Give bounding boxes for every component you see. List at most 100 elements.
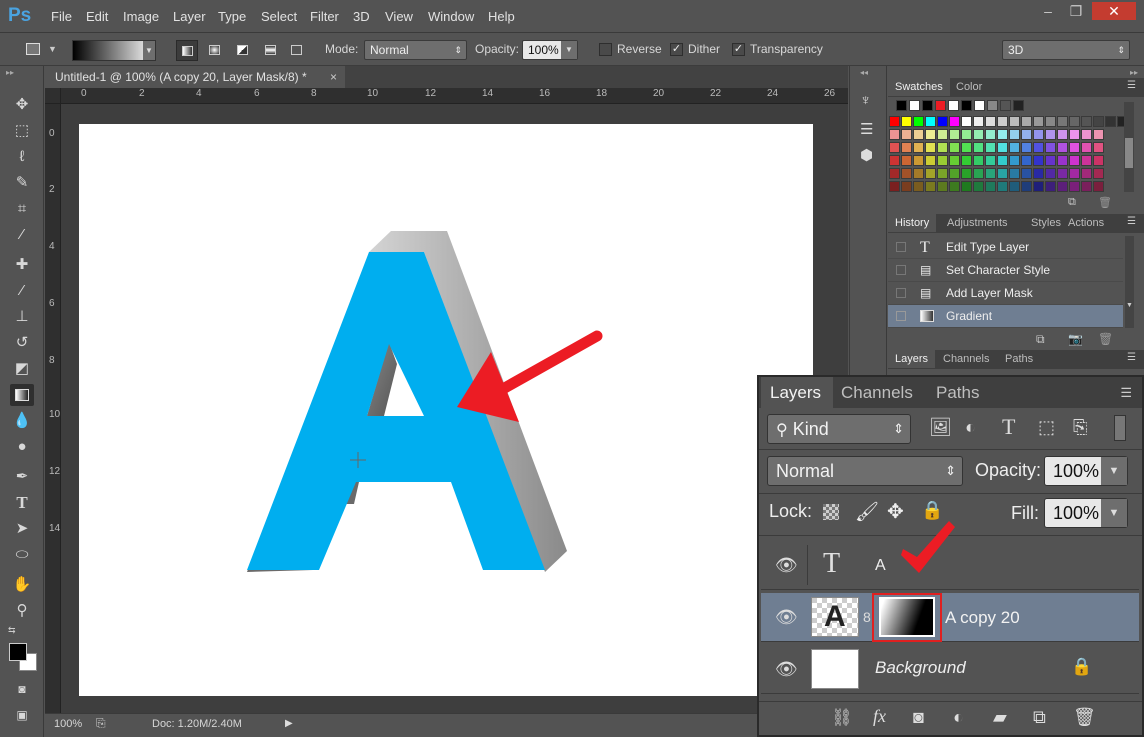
swatch[interactable] xyxy=(961,129,972,140)
collapse-panels-icon[interactable]: ▸▸ xyxy=(1130,68,1138,77)
brush-tool-icon[interactable]: ⁄ xyxy=(10,280,34,302)
quick-mask-icon[interactable]: ◙ xyxy=(10,678,34,700)
tab-color[interactable]: Color xyxy=(949,78,989,96)
swatch[interactable] xyxy=(896,100,907,111)
new-layer-icon[interactable]: ⧉ xyxy=(1033,707,1046,728)
swatch[interactable] xyxy=(1057,155,1068,166)
clone-stamp-tool-icon[interactable]: ⊥ xyxy=(10,306,34,328)
swatch[interactable] xyxy=(901,155,912,166)
layer-fill-input[interactable]: 100% ▼ xyxy=(1044,498,1128,528)
swatch[interactable] xyxy=(1033,116,1044,127)
export-icon[interactable]: ⎘ xyxy=(96,716,106,731)
swatches-scrollbar[interactable] xyxy=(1124,102,1134,192)
swatch[interactable] xyxy=(973,168,984,179)
menu-type[interactable]: Type xyxy=(218,9,246,24)
swatch[interactable] xyxy=(1045,155,1056,166)
swatch[interactable] xyxy=(973,129,984,140)
swatch[interactable] xyxy=(1021,129,1032,140)
swatch[interactable] xyxy=(961,142,972,153)
swatch[interactable] xyxy=(901,168,912,179)
layer-name[interactable]: A xyxy=(875,557,886,575)
hand-tool-icon[interactable]: ✋ xyxy=(10,574,34,596)
swatch[interactable] xyxy=(1105,116,1116,127)
swatch[interactable] xyxy=(997,168,1008,179)
lasso-tool-icon[interactable]: ℓ xyxy=(10,146,34,168)
layer-name[interactable]: Background xyxy=(875,658,966,678)
swatch[interactable] xyxy=(1021,155,1032,166)
tab-swatches[interactable]: Swatches xyxy=(888,78,950,96)
zoom-level[interactable]: 100% xyxy=(54,718,82,730)
swatch[interactable] xyxy=(925,129,936,140)
eye-icon[interactable]: 👁 xyxy=(775,555,798,575)
menu-help[interactable]: Help xyxy=(488,9,515,24)
swatch[interactable] xyxy=(889,142,900,153)
trash-icon[interactable]: 🗑 xyxy=(1098,196,1112,209)
swatch[interactable] xyxy=(1081,142,1092,153)
ruler-origin[interactable] xyxy=(45,88,61,104)
tab-channels[interactable]: Channels xyxy=(936,350,996,368)
swatch[interactable] xyxy=(997,116,1008,127)
swatch[interactable] xyxy=(1093,181,1104,192)
fx-icon[interactable]: fx xyxy=(873,706,886,727)
swatch[interactable] xyxy=(949,181,960,192)
swatch[interactable] xyxy=(1081,129,1092,140)
swatch[interactable] xyxy=(985,168,996,179)
swatch[interactable] xyxy=(1033,142,1044,153)
tool-preset-picker[interactable]: ▼ xyxy=(26,41,68,59)
swatch[interactable] xyxy=(889,181,900,192)
swatch[interactable] xyxy=(1021,181,1032,192)
eye-icon[interactable]: 👁 xyxy=(775,659,798,679)
menu-image[interactable]: Image xyxy=(123,9,159,24)
swatch[interactable] xyxy=(925,168,936,179)
menu-view[interactable]: View xyxy=(385,9,413,24)
swatch[interactable] xyxy=(1009,129,1020,140)
collapse-icon[interactable]: ◂◂ xyxy=(860,68,868,77)
swatch[interactable] xyxy=(1000,100,1011,111)
trash-icon[interactable]: 🗑 xyxy=(1073,707,1096,728)
menu-edit[interactable]: Edit xyxy=(86,9,108,24)
swatch[interactable] xyxy=(922,100,933,111)
swatch[interactable] xyxy=(889,116,900,127)
swatch[interactable] xyxy=(1081,155,1092,166)
swatch[interactable] xyxy=(889,129,900,140)
lock-all-icon[interactable]: 🔒 xyxy=(921,500,943,521)
swatch[interactable] xyxy=(901,116,912,127)
filter-pixel-icon[interactable]: 🖼 xyxy=(929,417,952,438)
filter-smart-object-icon[interactable]: ⎘ xyxy=(1073,417,1087,438)
marquee-tool-icon[interactable]: ⬚ xyxy=(10,120,34,142)
scroll-down-icon[interactable]: ▼ xyxy=(1126,302,1133,309)
swatch[interactable] xyxy=(1045,142,1056,153)
swatch[interactable] xyxy=(949,116,960,127)
swatch[interactable] xyxy=(985,116,996,127)
swatch[interactable] xyxy=(913,181,924,192)
swatch[interactable] xyxy=(913,129,924,140)
swatch[interactable] xyxy=(937,142,948,153)
swatch[interactable] xyxy=(1013,100,1024,111)
swatch[interactable] xyxy=(997,181,1008,192)
swatch[interactable] xyxy=(1033,129,1044,140)
swatch[interactable] xyxy=(1093,129,1104,140)
menu-3d[interactable]: 3D xyxy=(353,9,370,24)
swatch[interactable] xyxy=(1033,168,1044,179)
swatch[interactable] xyxy=(1033,181,1044,192)
lock-paint-brush-icon[interactable]: 🖌 xyxy=(855,500,879,524)
new-swatch-icon[interactable]: ⧉ xyxy=(1068,196,1076,209)
swatch[interactable] xyxy=(901,129,912,140)
filter-toggle[interactable] xyxy=(1114,415,1126,441)
eye-icon[interactable]: 👁 xyxy=(775,607,798,627)
layer-row-selected[interactable]: 👁 A 8 A copy 20 xyxy=(761,593,1139,642)
swatch[interactable] xyxy=(925,155,936,166)
swatch[interactable] xyxy=(949,155,960,166)
swatch[interactable] xyxy=(1057,116,1068,127)
swatch[interactable] xyxy=(1009,168,1020,179)
layer-row-text[interactable]: 👁 T A xyxy=(761,521,1139,590)
filter-shape-icon[interactable]: ⬚ xyxy=(1038,417,1055,438)
layer-row-background[interactable]: 👁 Background 🔒 xyxy=(761,645,1139,694)
horizontal-ruler[interactable]: 0 2 4 6 8 10 12 14 16 18 20 22 24 26 xyxy=(61,88,848,104)
swatch[interactable] xyxy=(925,181,936,192)
folder-icon[interactable]: ▰ xyxy=(993,707,1007,728)
swap-colors-icon[interactable]: ⇆ xyxy=(8,625,16,636)
path-select-tool-icon[interactable]: ➤ xyxy=(10,518,34,540)
swatch[interactable] xyxy=(1045,129,1056,140)
swatch[interactable] xyxy=(961,100,972,111)
